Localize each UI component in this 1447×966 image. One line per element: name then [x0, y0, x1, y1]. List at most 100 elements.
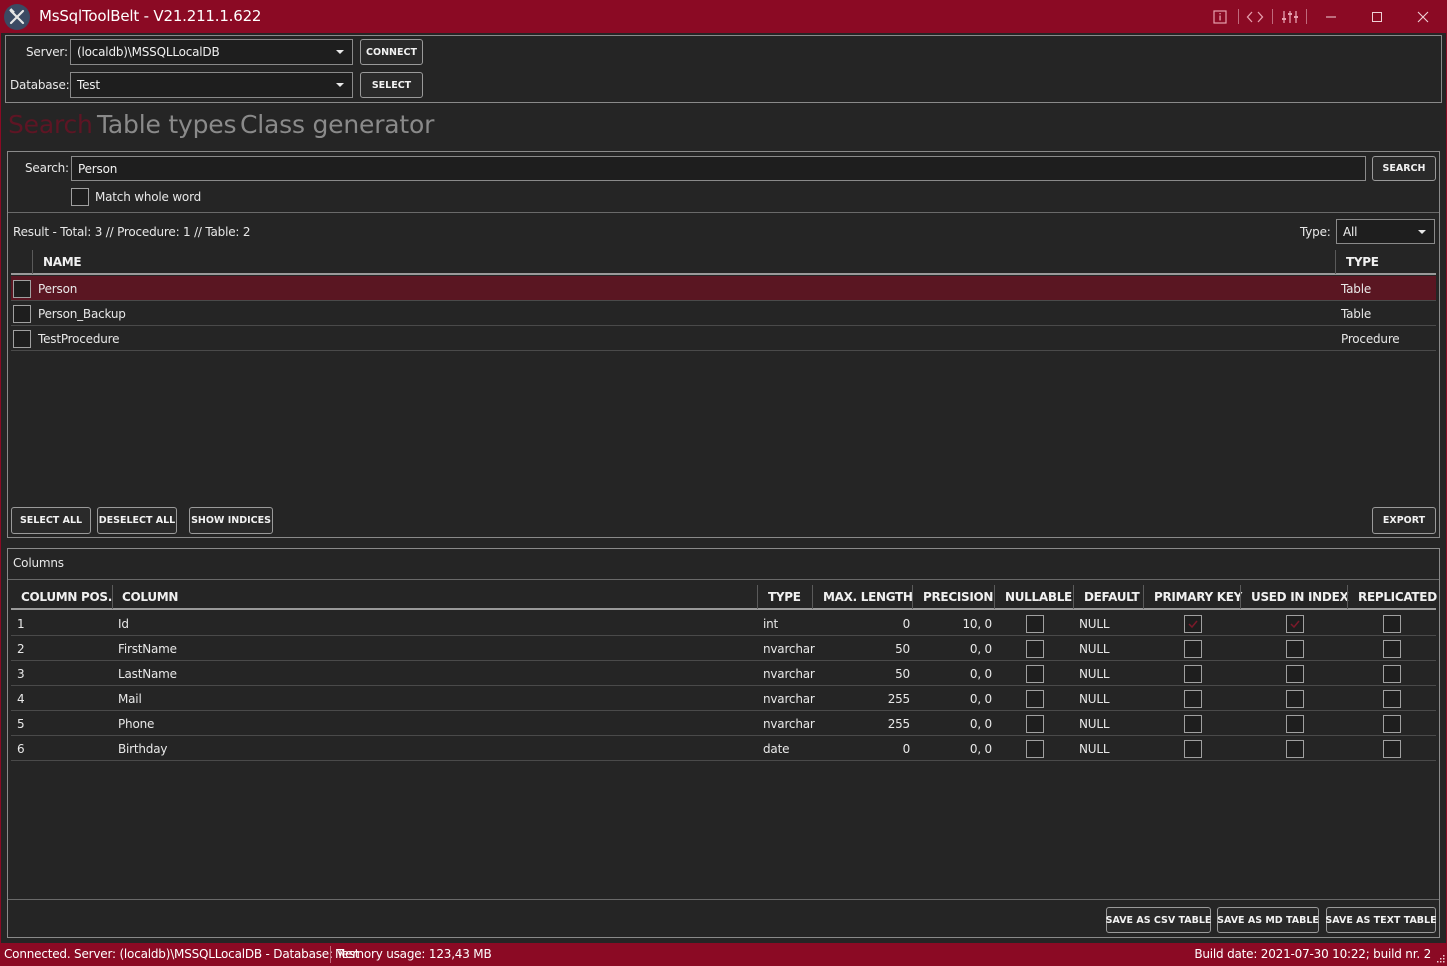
column-row[interactable]: 2 FirstName nvarchar 50 0, 0 NULL: [11, 636, 1436, 661]
settings-sliders-icon[interactable]: [1280, 7, 1300, 27]
column-separator: [1073, 585, 1074, 609]
tab-search[interactable]: Search: [8, 110, 93, 139]
primary-key-header[interactable]: PRIMARY KEY: [1154, 590, 1242, 604]
column-row[interactable]: 4 Mail nvarchar 255 0, 0 NULL: [11, 686, 1436, 711]
column-name: Id: [118, 616, 129, 631]
replicated-checkbox[interactable]: [1383, 739, 1401, 758]
result-row[interactable]: Person Table: [11, 276, 1436, 301]
column-row[interactable]: 6 Birthday date 0 0, 0 NULL: [11, 736, 1436, 761]
titlebar-separator: [1306, 9, 1307, 24]
server-combobox[interactable]: (localdb)\MSSQLLocalDB: [70, 39, 353, 65]
column-pos: 5: [17, 716, 25, 731]
save-text-button[interactable]: SAVE AS TEXT TABLE: [1325, 907, 1437, 933]
nullable-header[interactable]: NULLABLE: [1005, 590, 1072, 604]
column-default: NULL: [1079, 691, 1110, 706]
info-icon[interactable]: [1210, 7, 1230, 27]
row-checkbox[interactable]: [13, 279, 31, 298]
close-icon[interactable]: [1413, 7, 1433, 27]
export-button[interactable]: EXPORT: [1372, 507, 1436, 534]
replicated-checkbox[interactable]: [1383, 689, 1401, 708]
replicated-checkbox[interactable]: [1383, 664, 1401, 683]
column-separator: [1143, 585, 1144, 609]
column-row[interactable]: 3 LastName nvarchar 50 0, 0 NULL: [11, 661, 1436, 686]
column-row[interactable]: 5 Phone nvarchar 255 0, 0 NULL: [11, 711, 1436, 736]
row-checkbox[interactable]: [13, 304, 31, 323]
search-input[interactable]: Person: [71, 156, 1366, 181]
search-button[interactable]: SEARCH: [1372, 156, 1436, 181]
tab-table-types[interactable]: Table types: [97, 110, 236, 139]
primary-key-checkbox[interactable]: [1184, 639, 1202, 658]
primary-key-checkbox[interactable]: [1184, 739, 1202, 758]
type-filter-combobox[interactable]: All: [1336, 219, 1435, 244]
result-row[interactable]: TestProcedure Procedure: [11, 326, 1436, 351]
match-whole-word-checkbox[interactable]: [71, 188, 89, 206]
column-pos: 1: [17, 616, 25, 631]
column-separator: [1240, 585, 1241, 609]
server-value: (localdb)\MSSQLLocalDB: [77, 45, 220, 59]
maximize-icon[interactable]: [1367, 7, 1387, 27]
type-column-header[interactable]: TYPE: [1346, 255, 1379, 269]
precision-header[interactable]: PRECISION: [923, 590, 993, 604]
column-name-header[interactable]: COLUMN: [122, 590, 178, 604]
result-row[interactable]: Person_Backup Table: [11, 301, 1436, 326]
used-in-index-checkbox[interactable]: [1286, 689, 1304, 708]
select-database-button[interactable]: SELECT: [360, 72, 423, 98]
nullable-checkbox[interactable]: [1026, 664, 1044, 683]
status-connection: Connected. Server: (localdb)\MSSQLLocalD…: [4, 947, 360, 961]
column-pos: 6: [17, 741, 25, 756]
replicated-header[interactable]: REPLICATED: [1358, 590, 1437, 604]
save-md-button[interactable]: SAVE AS MD TABLE: [1217, 907, 1319, 933]
used-in-index-header[interactable]: USED IN INDEX: [1251, 590, 1349, 604]
tab-class-generator[interactable]: Class generator: [240, 110, 434, 139]
nullable-checkbox[interactable]: [1026, 714, 1044, 733]
used-in-index-checkbox[interactable]: [1286, 639, 1304, 658]
titlebar-separator: [1272, 9, 1273, 24]
replicated-checkbox[interactable]: [1383, 639, 1401, 658]
code-icon[interactable]: [1245, 7, 1265, 27]
used-in-index-checkbox[interactable]: [1286, 714, 1304, 733]
default-header[interactable]: DEFAULT: [1084, 590, 1140, 604]
show-indices-button[interactable]: SHOW INDICES: [189, 507, 273, 534]
column-separator: [912, 585, 913, 609]
primary-key-checkbox[interactable]: [1184, 614, 1202, 633]
column-pos-header[interactable]: COLUMN POS.: [21, 590, 112, 604]
used-in-index-checkbox[interactable]: [1286, 739, 1304, 758]
used-in-index-checkbox[interactable]: [1286, 614, 1304, 633]
title-bar[interactable]: MsSqlToolBelt - V21.211.1.622: [0, 0, 1447, 33]
replicated-checkbox[interactable]: [1383, 614, 1401, 633]
database-combobox[interactable]: Test: [70, 72, 353, 98]
primary-key-checkbox[interactable]: [1184, 714, 1202, 733]
column-type: nvarchar: [763, 641, 815, 656]
column-default: NULL: [1079, 716, 1110, 731]
select-all-button[interactable]: SELECT ALL: [11, 507, 91, 534]
max-length-header[interactable]: MAX. LENGTH: [823, 590, 913, 604]
result-type: Procedure: [1341, 331, 1400, 346]
nullable-checkbox[interactable]: [1026, 614, 1044, 633]
status-separator: [330, 946, 331, 963]
column-precision: 0, 0: [969, 641, 992, 656]
nullable-checkbox[interactable]: [1026, 689, 1044, 708]
primary-key-checkbox[interactable]: [1184, 664, 1202, 683]
resize-grip-icon[interactable]: [1435, 952, 1445, 963]
deselect-all-button[interactable]: DESELECT ALL: [97, 507, 177, 534]
used-in-index-checkbox[interactable]: [1286, 664, 1304, 683]
column-type-header[interactable]: TYPE: [768, 590, 801, 604]
column-max-length: 50: [895, 666, 910, 681]
server-label: Server:: [26, 45, 68, 59]
row-checkbox[interactable]: [13, 329, 31, 348]
replicated-checkbox[interactable]: [1383, 714, 1401, 733]
columns-title: Columns: [13, 556, 64, 570]
nullable-checkbox[interactable]: [1026, 739, 1044, 758]
name-column-header[interactable]: NAME: [43, 255, 82, 269]
connect-button[interactable]: CONNECT: [360, 39, 423, 65]
column-name: Phone: [118, 716, 155, 731]
primary-key-checkbox[interactable]: [1184, 689, 1202, 708]
column-row[interactable]: 1 Id int 0 10, 0 NULL: [11, 611, 1436, 636]
minimize-icon[interactable]: [1321, 7, 1341, 27]
result-type: Table: [1341, 306, 1372, 321]
nullable-checkbox[interactable]: [1026, 639, 1044, 658]
type-filter-label: Type:: [1300, 225, 1331, 239]
column-separator: [1347, 585, 1348, 609]
save-csv-button[interactable]: SAVE AS CSV TABLE: [1106, 907, 1211, 933]
column-name: FirstName: [118, 641, 177, 656]
